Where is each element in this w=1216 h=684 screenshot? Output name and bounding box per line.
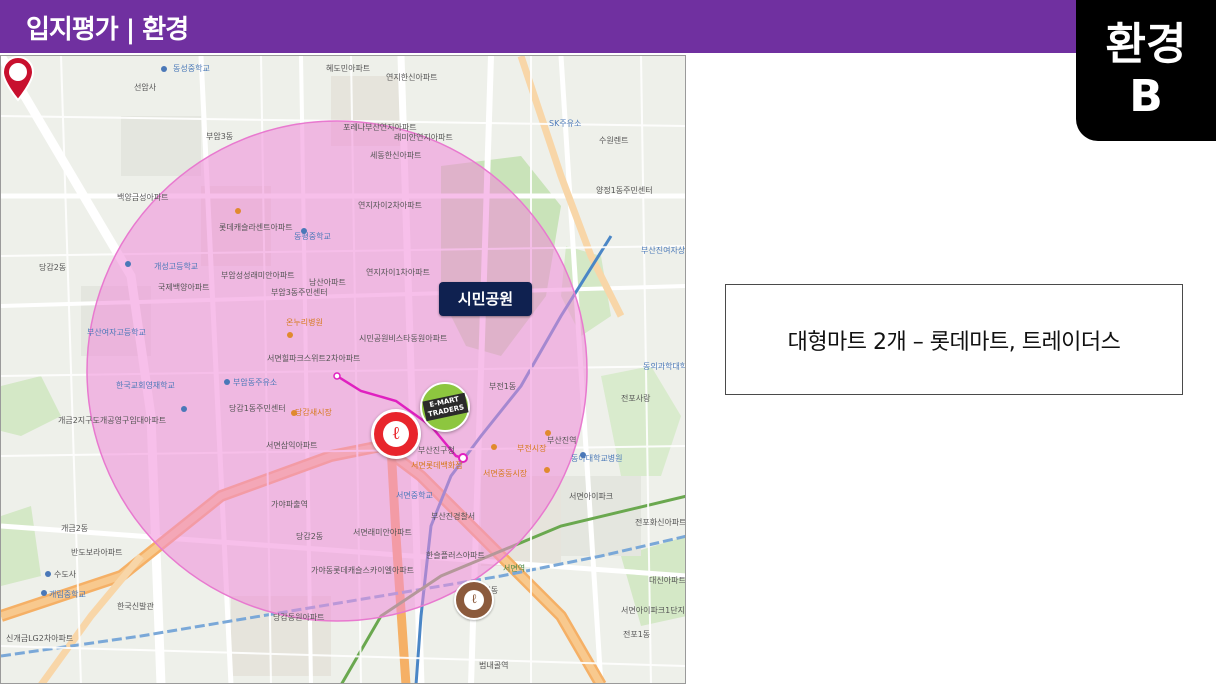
park-label[interactable]: 시민공원 (439, 282, 532, 316)
map-label: 한국신발관 (117, 602, 154, 611)
map-label: 대신아파트 (649, 576, 686, 585)
map-label: 부전1동 (489, 382, 517, 391)
map-label: 동의과학대학교 (643, 362, 685, 371)
map-label: 서면중학교 (396, 491, 433, 500)
map-label: 국제백양아파트 (158, 283, 210, 292)
map-label: 부전시장 (517, 444, 547, 453)
map-label: 연지자이1차아파트 (366, 268, 430, 277)
map-label: 서면롯데백화점 (411, 461, 463, 470)
map-label: 신개금LG2차아파트 (6, 634, 74, 643)
map-label: 한국교회영재학교 (116, 381, 175, 390)
map-label: 부산진경찰서 (431, 512, 476, 521)
map-label: 서면아이파크1단지아파트 (621, 606, 685, 615)
map-base (1, 56, 685, 683)
map-label: 연지자이2차아파트 (358, 201, 422, 210)
header-bar: 입지평가 | 환경 (0, 0, 1216, 53)
lotte-mart-icon[interactable]: ℓ (371, 409, 421, 459)
map-label: 서면중동시장 (483, 469, 528, 478)
map-label: 당감2동 (39, 263, 67, 272)
grade-category: 환경 (1105, 18, 1187, 70)
map-label: 부암3동주민센터 (271, 288, 328, 297)
map-label: 부산여자고등학교 (87, 328, 146, 337)
map-label: 부산진구청 (418, 446, 455, 455)
map-label: 선암사 (134, 83, 157, 92)
lotte-logo-icon: ℓ (464, 590, 484, 610)
lotte-department-icon[interactable]: ℓ (454, 580, 494, 620)
map-label: 범내골역 (479, 661, 509, 670)
map-label: 개금2지구도개공영구임대아파트 (58, 416, 167, 425)
map-label: 부암3동 (206, 132, 234, 141)
map-label: 개림중학교 (49, 590, 86, 599)
page-title: 입지평가 | 환경 (26, 15, 189, 45)
map-label: 남산아파트 (309, 278, 346, 287)
map-label: 부암동주유소 (233, 378, 278, 387)
map-label: 백양금성아파트 (117, 193, 169, 202)
map-label: 연지한신아파트 (386, 73, 438, 82)
map-label: 서면힐파크스위트2차아파트 (267, 354, 361, 363)
map-label: 서면래미안아파트 (353, 528, 412, 537)
grade-badge: 환경 B (1076, 0, 1216, 141)
location-map[interactable]: 동성중학교 선암사 부암3동 백양금성아파트 당감2동 개성고등학교 국제백양아… (0, 55, 686, 684)
map-label: 가야파출역 (271, 500, 308, 509)
map-label: 개성고등학교 (154, 262, 199, 271)
map-label: 서면삼익아파트 (266, 441, 318, 450)
info-text: 대형마트 2개 – 롯데마트, 트레이더스 (787, 329, 1121, 355)
map-label: 부암성성래미안아파트 (221, 271, 295, 280)
map-label: 수원렌트 (599, 136, 629, 145)
map-label: 래미안연지아파트 (394, 133, 453, 142)
map-label: 전포화신아파트 (635, 518, 686, 527)
map-pin-icon[interactable] (1, 56, 35, 102)
map-label: 양정1동주민센터 (596, 186, 653, 195)
map-label: 전포1동 (623, 630, 651, 639)
lotte-logo-icon: ℓ (383, 421, 409, 447)
map-label: 혜도민아파트 (326, 64, 371, 73)
map-label: 개금2동 (61, 524, 89, 533)
map-label: 당감동원아파트 (273, 613, 325, 622)
map-label: 전포사랑 (621, 394, 651, 403)
grade-letter: B (1129, 70, 1163, 122)
map-label: 동평중학교 (294, 232, 331, 241)
emart-traders-icon[interactable]: E-MART TRADERS (420, 382, 470, 432)
map-label: 동성중학교 (173, 64, 210, 73)
map-label: 롯데캐슬라센트아파트 (219, 223, 293, 232)
traders-logo: E-MART TRADERS (422, 392, 468, 422)
map-label: 가야동롯데캐슬스카이엘아파트 (311, 566, 415, 575)
map-label: SK주유소 (549, 119, 582, 128)
map-label: 부산진여자상업고등학교 (641, 246, 686, 255)
map-label: 당감1동주민센터 (229, 404, 286, 413)
map-label: 부산진역 (547, 436, 577, 445)
info-box: 대형마트 2개 – 롯데마트, 트레이더스 (725, 284, 1183, 395)
map-label: 포레나부산연지아파트 (343, 123, 417, 132)
map-label: 동아대학교병원 (571, 454, 623, 463)
map-label: 당감새시장 (295, 408, 332, 417)
map-label: 당감2동 (296, 532, 324, 541)
map-label: 한슬플러스아파트 (426, 551, 485, 560)
map-label: 수도사 (54, 570, 77, 579)
map-label: 반도보라아파트 (71, 548, 123, 557)
map-label: 온누리병원 (286, 318, 323, 327)
map-label: 세동한신아파트 (370, 151, 422, 160)
map-label: 시민공원비스타동원아파트 (359, 334, 448, 343)
map-label: 서면아이파크 (569, 492, 614, 501)
map-label: 서면역 (503, 564, 526, 573)
